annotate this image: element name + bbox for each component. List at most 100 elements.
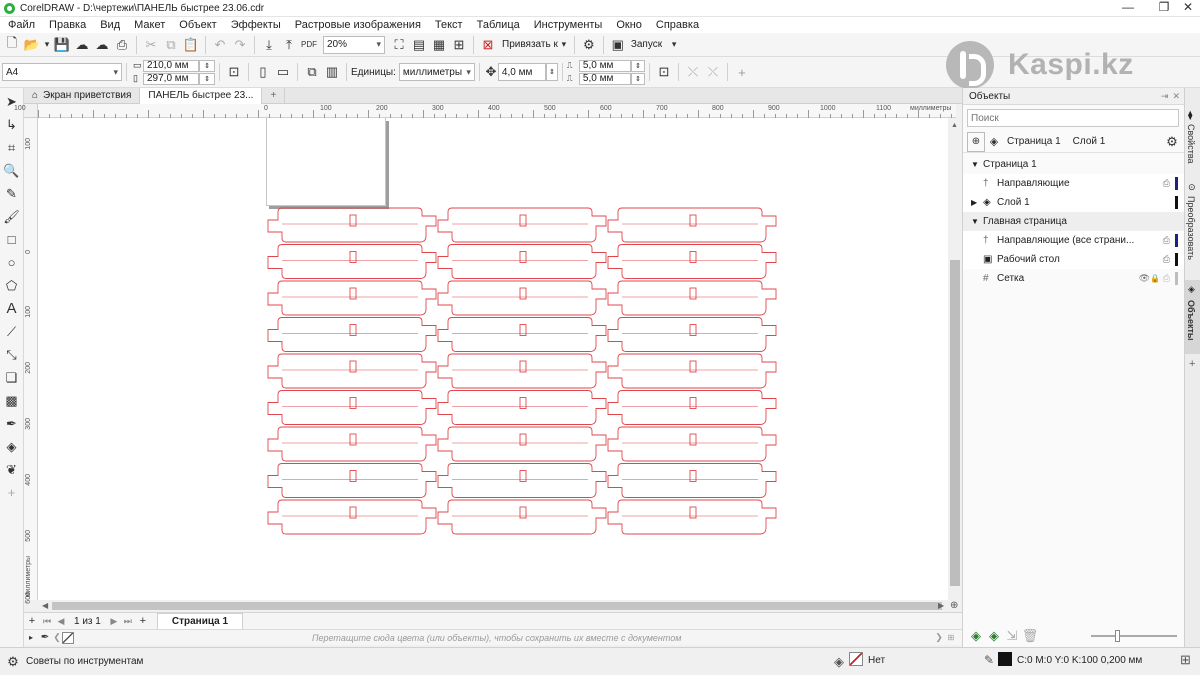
add-tool-icon[interactable]: +: [0, 481, 24, 504]
chevron-down-icon[interactable]: ▾: [668, 35, 680, 55]
snap-grid-icon[interactable]: ⤬: [703, 62, 723, 82]
page-height-spinner[interactable]: ⇕: [199, 72, 215, 85]
all-pages-layout-icon[interactable]: ⧉: [302, 62, 322, 82]
nudge-distance-input[interactable]: 4,0 мм: [497, 63, 546, 81]
menu-table[interactable]: Таблица: [477, 19, 520, 31]
expanded-icon[interactable]: ▼: [971, 160, 983, 169]
tree-guides[interactable]: † Направляющие ⎙: [963, 174, 1184, 193]
page-options-icon[interactable]: ⊕: [967, 131, 985, 152]
scroll-right-icon[interactable]: ▶: [938, 601, 944, 610]
thumbnail-size-slider[interactable]: [1091, 630, 1177, 642]
smart-fill-icon[interactable]: ❦: [0, 458, 24, 481]
polygon-tool-icon[interactable]: ⬠: [0, 274, 24, 297]
launch-label[interactable]: Запуск: [631, 39, 662, 50]
new-layer-icon[interactable]: ◈: [967, 626, 985, 646]
connector-tool-icon[interactable]: ⤡: [0, 343, 24, 366]
print-toggle-icon[interactable]: ⎙: [1163, 235, 1170, 246]
print-toggle-icon[interactable]: ⎙: [1163, 273, 1170, 284]
launch-icon[interactable]: ▣: [608, 35, 628, 55]
fill-swatch-none[interactable]: [849, 652, 863, 666]
open-icon[interactable]: 📂: [22, 35, 42, 55]
close-button[interactable]: ✕: [1170, 0, 1200, 17]
freehand-tool-icon[interactable]: ✎: [0, 182, 24, 205]
settings-gear-icon[interactable]: ⚙: [579, 35, 599, 55]
cloud-download-icon[interactable]: ☁: [92, 35, 112, 55]
scroll-left-icon[interactable]: ❮: [52, 628, 62, 648]
duplicate-x-input[interactable]: 5,0 мм: [578, 59, 631, 72]
duplicate-y-input[interactable]: 5,0 мм: [578, 72, 631, 85]
ellipse-tool-icon[interactable]: ○: [0, 251, 24, 274]
guidelines-icon[interactable]: ⊞: [449, 35, 469, 55]
tree-master-guides[interactable]: † Направляющие (все страни... ⎙: [963, 231, 1184, 250]
menu-help[interactable]: Справка: [656, 19, 699, 31]
page-width-spinner[interactable]: ⇕: [199, 59, 215, 72]
interactive-fill-icon[interactable]: ◈: [0, 435, 24, 458]
scroll-up-icon[interactable]: ▲: [951, 122, 958, 129]
shape-tool-icon[interactable]: ↳: [0, 113, 24, 136]
import-icon[interactable]: ⤓: [259, 35, 279, 55]
collapsed-icon[interactable]: ▶: [971, 198, 983, 207]
print-toggle-icon[interactable]: ⎙: [1163, 254, 1170, 265]
docker-close-icon[interactable]: ✕: [1172, 91, 1180, 102]
tree-desktop[interactable]: ▣ Рабочий стол ⎙: [963, 250, 1184, 269]
no-color-swatch[interactable]: [62, 631, 74, 644]
outline-settings-icon[interactable]: ⊞: [1180, 652, 1191, 668]
lock-icon[interactable]: 🔒: [1150, 274, 1160, 283]
undo-icon[interactable]: ↶: [210, 35, 230, 55]
palette-expand-icon[interactable]: ⊞: [944, 628, 958, 648]
pdf-icon[interactable]: PDF: [299, 35, 319, 55]
tool-hints-gear-icon[interactable]: ⚙: [4, 652, 22, 672]
options-icon[interactable]: ⊠: [478, 35, 498, 55]
artistic-media-icon[interactable]: 🖌: [0, 205, 24, 228]
page-size-select[interactable]: A4: [2, 63, 122, 81]
zoom-tool-icon[interactable]: 🔍: [0, 159, 24, 182]
all-pages-icon[interactable]: ⊡: [224, 62, 244, 82]
palette-menu-icon[interactable]: ▸: [24, 628, 38, 648]
tree-layer-1[interactable]: ▶ ◈ Слой 1: [963, 193, 1184, 212]
paste-icon[interactable]: 📋: [181, 35, 201, 55]
text-tool-icon[interactable]: A: [0, 297, 24, 320]
crop-tool-icon[interactable]: ⌗: [0, 136, 24, 159]
outline-color-swatch[interactable]: [998, 652, 1012, 666]
add-icon[interactable]: +: [732, 62, 752, 82]
page-width-input[interactable]: 210,0 мм: [143, 59, 199, 72]
horizontal-scroll-thumb[interactable]: [52, 602, 942, 610]
side-tab-objects[interactable]: Объекты: [1186, 300, 1196, 341]
chevron-down-icon[interactable]: ▾: [42, 35, 52, 55]
menu-effects[interactable]: Эффекты: [231, 19, 281, 31]
scroll-right-icon[interactable]: ❯: [934, 628, 944, 648]
menu-view[interactable]: Вид: [100, 19, 120, 31]
copy-icon[interactable]: ⧉: [161, 35, 181, 55]
docker-settings-icon[interactable]: ⚙: [1162, 132, 1182, 152]
snap-off-icon[interactable]: ⤬: [683, 62, 703, 82]
nudge-spinner[interactable]: ⇕: [545, 63, 558, 81]
menu-bitmaps[interactable]: Растровые изображения: [295, 19, 421, 31]
duplicate-x-spinner[interactable]: ⇕: [630, 59, 645, 72]
slider-handle[interactable]: [1115, 630, 1120, 642]
vertical-scroll-thumb[interactable]: [950, 260, 960, 586]
menu-layout[interactable]: Макет: [134, 19, 165, 31]
next-page-icon[interactable]: ▶: [107, 611, 121, 631]
tree-grid[interactable]: # Сетка 👁 🔒 ⎙: [963, 269, 1184, 288]
tree-master-page[interactable]: ▼ Главная страница: [963, 212, 1184, 231]
side-tab-properties[interactable]: Свойства: [1186, 124, 1196, 164]
tree-page-1[interactable]: ▼ Страница 1: [963, 155, 1184, 174]
horizontal-scrollbar[interactable]: ◀ ▶ ⊕: [38, 600, 962, 612]
new-document-icon[interactable]: 🗋: [2, 35, 22, 55]
scroll-left-icon[interactable]: ◀: [42, 601, 48, 610]
print-toggle-icon[interactable]: ⎙: [1163, 178, 1170, 189]
save-icon[interactable]: 💾: [52, 35, 72, 55]
outline-pen-icon[interactable]: ✎: [984, 653, 994, 667]
menu-edit[interactable]: Правка: [49, 19, 86, 31]
visibility-eye-icon[interactable]: 👁: [1139, 273, 1150, 284]
layers-icon[interactable]: ◈: [985, 132, 1003, 152]
export-icon[interactable]: ⤒: [279, 35, 299, 55]
menu-file[interactable]: Файл: [8, 19, 35, 31]
duplicate-y-spinner[interactable]: ⇕: [630, 72, 645, 85]
vertical-ruler[interactable]: 100 0 100 200 300 400 500 600 миллиметры: [24, 118, 38, 604]
ruler-origin[interactable]: [24, 104, 38, 118]
menu-tools[interactable]: Инструменты: [534, 19, 603, 31]
docker-collapse-icon[interactable]: ⇥: [1161, 91, 1169, 102]
full-screen-icon[interactable]: ⛶: [389, 35, 409, 55]
grid-icon[interactable]: ▦: [429, 35, 449, 55]
